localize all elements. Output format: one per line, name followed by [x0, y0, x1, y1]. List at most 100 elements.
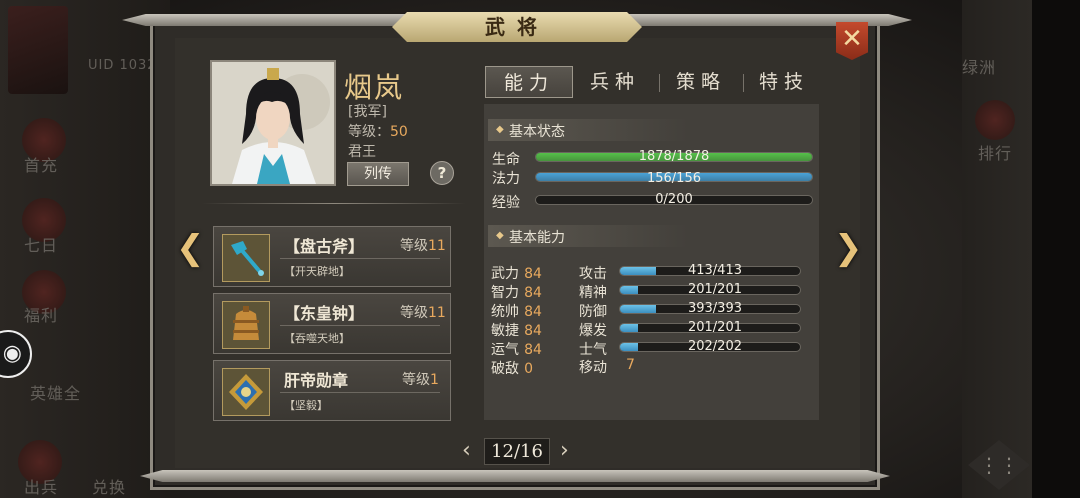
equipment-skill: 【开天辟地】: [284, 265, 350, 278]
bg-menu-label: 兑换: [92, 478, 127, 497]
mp-value: 156/156: [646, 171, 701, 186]
pager-prev-icon[interactable]: ‹: [462, 438, 471, 463]
bg-menu-label: 英雄全: [30, 384, 82, 403]
bg-menu-label: 首充: [24, 156, 59, 175]
hero-pager: ‹ 12/16 ›: [460, 438, 578, 466]
attribute-row: 统帅 84: [491, 301, 571, 320]
dialog-title-plate: 武将: [392, 12, 642, 42]
hero-level-value: 50: [390, 124, 408, 140]
hero-faction: [我军]: [348, 104, 387, 120]
attribute-value: 84: [524, 323, 542, 339]
equipment-skill: 【吞噬天地】: [284, 332, 350, 345]
equipment-slot[interactable]: 【东皇钟】 等级11 【吞噬天地】: [213, 293, 451, 354]
attribute-row: 敏捷 84: [491, 320, 571, 339]
bg-right-label: 排行: [978, 144, 1013, 163]
combat-label: 士气: [579, 342, 607, 358]
stat-label: 经验: [492, 195, 520, 211]
equipment-skill: 【坚毅】: [284, 399, 328, 412]
attribute-label: 破敌: [491, 361, 519, 377]
hero-level-label: 等级：: [348, 124, 390, 140]
combat-value: 413/413: [687, 263, 742, 278]
equipment-level-value: 11: [428, 238, 446, 254]
combat-label: 攻击: [579, 266, 607, 282]
equipment-level: 等级1: [402, 369, 439, 389]
equipment-slot[interactable]: 肝帝勋章 等级1 【坚毅】: [213, 360, 451, 421]
bg-menu-label: 出兵: [24, 478, 59, 497]
attribute-value: 0: [524, 361, 534, 377]
combat-bar-fill: [620, 324, 638, 332]
close-button[interactable]: ✕: [836, 22, 868, 60]
game-screen: UID 1032 首充 七日 福利 英雄全 出兵 兑换 ◉ 绿洲 排行 ⋮⋮ 武…: [0, 0, 1080, 498]
attribute-label: 智力: [491, 285, 519, 301]
section-divider: [202, 203, 466, 204]
hp-value: 1878/1878: [638, 149, 710, 164]
tab-troops[interactable]: 兵种: [573, 66, 657, 98]
section-title: 基本能力: [509, 230, 565, 246]
frame-bottom-bar: [140, 470, 890, 482]
biography-button[interactable]: 列传: [347, 162, 409, 186]
tab-separator: [743, 74, 744, 92]
screen-edge: [1032, 0, 1080, 498]
combat-bar-fill: [620, 343, 638, 351]
move-label: 移动: [579, 360, 607, 376]
tab-separator: [659, 74, 660, 92]
pager-count: 12/16: [484, 438, 550, 465]
player-uid: UID 1032: [88, 58, 157, 73]
move-value: 7: [626, 357, 635, 373]
section-title: 基本状态: [509, 124, 565, 140]
bg-menu-label: 七日: [24, 236, 59, 255]
equipment-divider: [280, 258, 440, 259]
equipment-level-label: 等级: [400, 305, 428, 321]
diamond-icon: ◆: [496, 124, 504, 135]
hero-portrait-image: [212, 62, 334, 184]
combat-label: 防御: [579, 304, 607, 320]
equipment-level-label: 等级: [402, 372, 430, 388]
bg-menu-label: 福利: [24, 306, 59, 325]
combat-label: 精神: [579, 285, 607, 301]
bg-right-label: 绿洲: [962, 58, 997, 77]
equipment-name: 【盘古斧】: [284, 237, 365, 256]
ranking-icon[interactable]: [975, 100, 1015, 140]
tab-bar: 能力 兵种 策略 特技: [485, 66, 820, 98]
attribute-label: 武力: [491, 266, 519, 282]
attribute-label: 敏捷: [491, 323, 519, 339]
equipment-name: 【东皇钟】: [284, 304, 365, 323]
hero-title: 君王: [348, 144, 376, 160]
equipment-slot[interactable]: 【盘古斧】 等级11 【开天辟地】: [213, 226, 451, 287]
combat-value: 202/202: [687, 339, 742, 354]
attribute-value: 84: [524, 342, 542, 358]
basic-ability-header: ◆ 基本能力: [488, 225, 688, 247]
combat-label: 爆发: [579, 323, 607, 339]
tab-strategy[interactable]: 策略: [661, 66, 741, 98]
previous-hero-arrow-icon[interactable]: ❮: [176, 228, 205, 268]
close-icon: ✕: [841, 24, 863, 54]
equipment-name: 肝帝勋章: [284, 371, 349, 390]
attribute-label: 统帅: [491, 304, 519, 320]
tab-ability[interactable]: 能力: [485, 66, 573, 98]
hero-level: 等级：50: [348, 121, 408, 141]
combat-value: 201/201: [687, 320, 742, 335]
attribute-row: 运气 84: [491, 339, 571, 358]
tab-special[interactable]: 特技: [747, 66, 821, 98]
attribute-list: 武力 84 智力 84 统帅 84 敏捷 84 运气 84 破敌 0: [491, 263, 571, 377]
attribute-row: 智力 84: [491, 282, 571, 301]
exp-value: 0/200: [655, 192, 693, 207]
pager-next-icon[interactable]: ›: [560, 438, 569, 463]
equipment-level-label: 等级: [400, 238, 428, 254]
attribute-value: 84: [524, 285, 542, 301]
next-hero-arrow-icon[interactable]: ❯: [834, 228, 863, 268]
diamond-icon: ◆: [496, 230, 504, 241]
combat-value: 201/201: [687, 282, 742, 297]
combat-bar-fill: [620, 286, 638, 294]
bell-icon: [222, 301, 270, 349]
equipment-level: 等级11: [400, 235, 446, 255]
dialog-title: 武将: [485, 15, 549, 39]
attribute-value: 84: [524, 304, 542, 320]
player-avatar[interactable]: [8, 6, 68, 94]
stat-label: 生命: [492, 152, 520, 168]
basic-status-header: ◆ 基本状态: [488, 119, 688, 141]
equipment-level: 等级11: [400, 302, 446, 322]
attribute-row: 武力 84: [491, 263, 571, 282]
attribute-value: 84: [524, 266, 542, 282]
help-icon[interactable]: ?: [430, 161, 454, 185]
